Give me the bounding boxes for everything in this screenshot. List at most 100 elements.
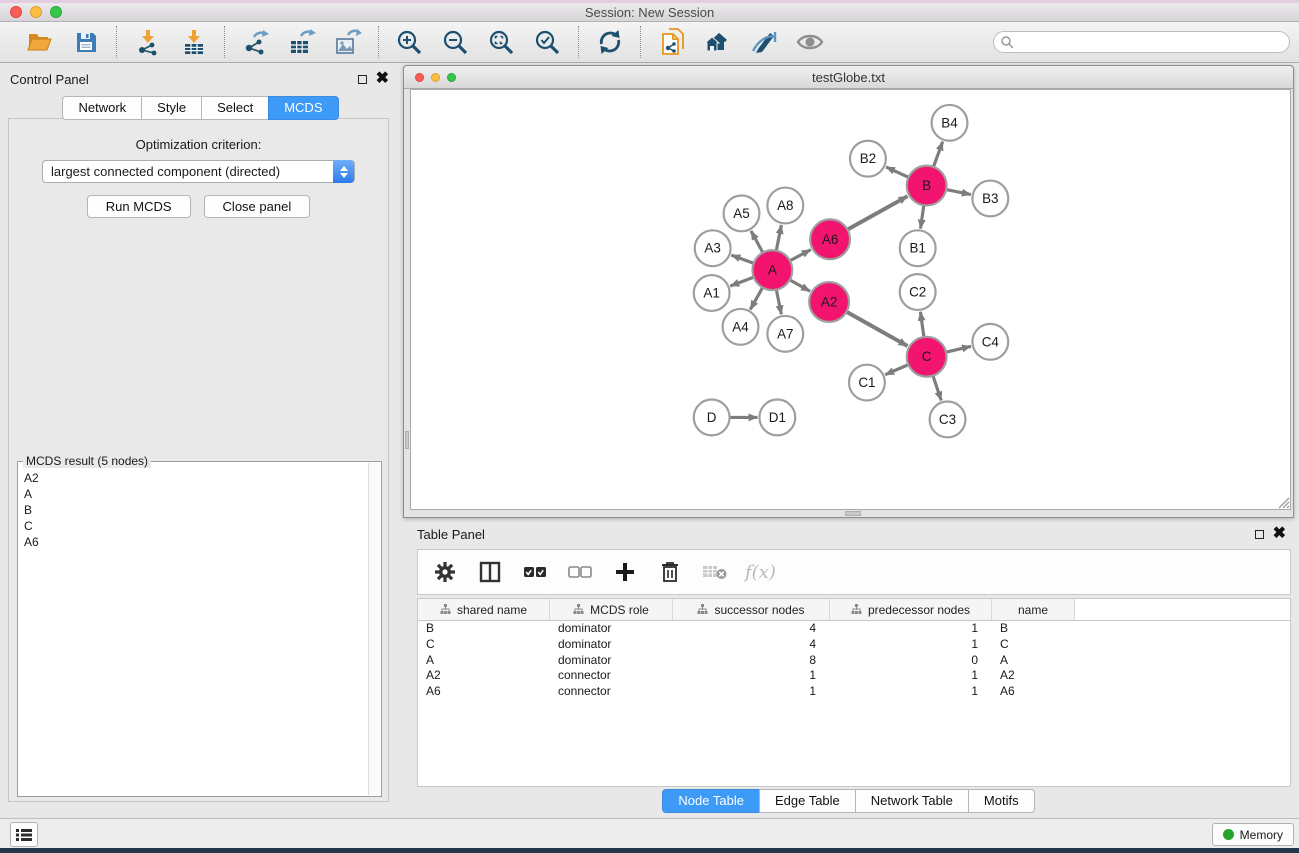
table-row[interactable]: A6 connector 1 1 A6	[418, 684, 1290, 700]
table-row[interactable]: B dominator 4 1 B	[418, 621, 1290, 637]
table-toolbar: f(x)	[417, 549, 1291, 595]
table-row[interactable]: C dominator 4 1 C	[418, 637, 1290, 653]
delete-column-icon[interactable]	[655, 556, 685, 588]
svg-text:B3: B3	[982, 191, 998, 206]
export-network-icon[interactable]	[237, 25, 274, 59]
graph-node-D1[interactable]: D1	[759, 400, 795, 436]
network-canvas[interactable]: B4 B2 B B3 A8 A5 A6 A3 B1 A A1 C2 A2 A4A7 C4 C C1 C3 D D1	[410, 89, 1291, 510]
tab-network[interactable]: Network	[62, 96, 142, 120]
tab-select[interactable]: Select	[201, 96, 269, 120]
tab-node-table[interactable]: Node Table	[662, 789, 760, 813]
select-all-checkboxes-icon[interactable]	[520, 556, 550, 588]
tab-edge-table[interactable]: Edge Table	[759, 789, 856, 813]
graph-node-C3[interactable]: C3	[930, 402, 966, 438]
memory-button[interactable]: Memory	[1212, 823, 1294, 846]
zoom-out-icon[interactable]	[437, 25, 474, 59]
svg-text:B: B	[922, 178, 931, 193]
mcds-tab-content: Optimization criterion: largest connecte…	[8, 118, 389, 802]
graph-node-C2[interactable]: C2	[900, 274, 936, 310]
tab-mcds[interactable]: MCDS	[268, 96, 338, 120]
clear-checkboxes-icon[interactable]	[565, 556, 595, 588]
svg-text:A8: A8	[777, 198, 793, 213]
import-table-icon[interactable]	[175, 25, 212, 59]
search-input[interactable]	[993, 31, 1290, 53]
list-item[interactable]: A	[21, 486, 367, 502]
task-history-button[interactable]	[10, 822, 38, 847]
vertical-scrollbar-thumb[interactable]	[405, 431, 409, 449]
graph-node-A1[interactable]: A1	[694, 275, 730, 311]
split-columns-icon[interactable]	[475, 556, 505, 588]
status-bar: Memory	[0, 818, 1299, 848]
table-row[interactable]: A dominator 8 0 A	[418, 653, 1290, 669]
export-image-icon[interactable]	[329, 25, 366, 59]
graph-node-B4[interactable]: B4	[932, 105, 968, 141]
graph-node-A4[interactable]: A4	[723, 309, 759, 345]
tab-network-table[interactable]: Network Table	[855, 789, 969, 813]
list-item[interactable]: A6	[21, 534, 367, 550]
add-column-icon[interactable]	[610, 556, 640, 588]
run-mcds-button[interactable]: Run MCDS	[87, 195, 191, 218]
close-panel-button[interactable]: Close panel	[204, 195, 311, 218]
gear-icon[interactable]	[430, 556, 460, 588]
graph-node-B3[interactable]: B3	[972, 181, 1008, 217]
network-window-titlebar[interactable]: testGlobe.txt	[404, 66, 1293, 89]
desktop-background-strip	[0, 848, 1299, 853]
hide-labels-icon[interactable]	[745, 25, 782, 59]
float-panel-icon[interactable]	[358, 75, 367, 84]
export-table-icon[interactable]	[283, 25, 320, 59]
list-item[interactable]: B	[21, 502, 367, 518]
list-item[interactable]: A2	[21, 470, 367, 486]
column-header-name[interactable]: name	[992, 599, 1075, 620]
graph-node-A2[interactable]: A2	[809, 282, 849, 322]
list-item[interactable]: C	[21, 518, 367, 534]
graph-node-A6[interactable]: A6	[810, 219, 850, 259]
delete-table-icon[interactable]	[700, 556, 730, 588]
graph-node-A8[interactable]: A8	[767, 188, 803, 224]
horizontal-scrollbar-thumb[interactable]	[845, 511, 861, 516]
save-session-icon[interactable]	[67, 25, 104, 59]
graph-node-A5[interactable]: A5	[724, 195, 760, 231]
zoom-in-icon[interactable]	[391, 25, 428, 59]
result-scrollbar[interactable]	[368, 463, 380, 795]
home-icon[interactable]	[699, 25, 736, 59]
tab-style[interactable]: Style	[141, 96, 202, 120]
graph-node-D[interactable]: D	[694, 400, 730, 436]
close-table-panel-icon[interactable]: ✖	[1273, 529, 1286, 539]
optimization-criterion-label: Optimization criterion:	[9, 137, 388, 152]
column-header-shared-name[interactable]: shared name	[418, 599, 550, 620]
column-header-predecessor-nodes[interactable]: predecessor nodes	[830, 599, 992, 620]
network-window-title: testGlobe.txt	[404, 70, 1293, 85]
control-panel-title: Control Panel	[4, 72, 89, 87]
close-panel-icon[interactable]: ✖	[376, 74, 389, 84]
graph-node-B2[interactable]: B2	[850, 141, 886, 177]
graph-node-C1[interactable]: C1	[849, 365, 885, 401]
refresh-icon[interactable]	[591, 25, 628, 59]
tab-motifs[interactable]: Motifs	[968, 789, 1035, 813]
network-document-icon[interactable]	[653, 25, 690, 59]
resize-grip-icon[interactable]	[1277, 496, 1290, 509]
zoom-fit-icon[interactable]	[483, 25, 520, 59]
column-header-mcds-role[interactable]: MCDS role	[550, 599, 673, 620]
graph-node-A7[interactable]: A7	[767, 316, 803, 352]
optimization-criterion-select[interactable]: largest connected component (directed)	[42, 160, 355, 183]
table-row[interactable]: A2 connector 1 1 A2	[418, 668, 1290, 684]
search-icon	[1000, 35, 1014, 54]
graph-node-A[interactable]: A	[752, 250, 792, 290]
graph-node-B[interactable]: B	[907, 166, 947, 206]
float-table-panel-icon[interactable]	[1255, 530, 1264, 539]
network-graph[interactable]: B4 B2 B B3 A8 A5 A6 A3 B1 A A1 C2 A2 A4A7 C4 C C1 C3 D D1	[411, 90, 1290, 509]
graph-node-C[interactable]: C	[907, 337, 947, 377]
zoom-selected-icon[interactable]	[529, 25, 566, 59]
toolbar-separator	[116, 26, 117, 58]
table-panel-title: Table Panel	[403, 527, 485, 542]
open-file-icon[interactable]	[21, 25, 58, 59]
import-network-icon[interactable]	[129, 25, 166, 59]
eye-icon[interactable]	[791, 25, 828, 59]
column-header-successor-nodes[interactable]: successor nodes	[673, 599, 830, 620]
graph-node-C4[interactable]: C4	[972, 324, 1008, 360]
toolbar-separator	[224, 26, 225, 58]
node-table: shared name MCDS role successor nodes pr…	[417, 598, 1291, 787]
graph-node-B1[interactable]: B1	[900, 230, 936, 266]
function-builder-icon[interactable]: f(x)	[745, 562, 776, 583]
graph-node-A3[interactable]: A3	[695, 230, 731, 266]
